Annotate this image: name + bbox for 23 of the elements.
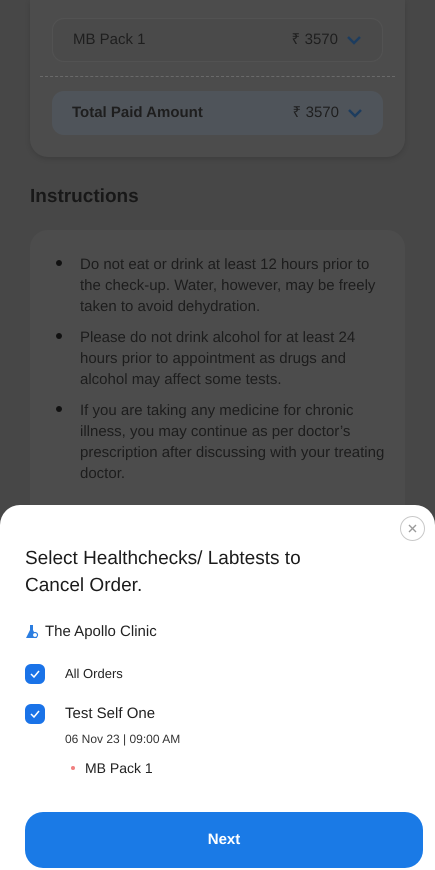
- summary-row[interactable]: Total Paid Amount ₹ 3570: [52, 91, 383, 135]
- order-datetime: 06 Nov 23 | 09:00 AM: [65, 730, 180, 748]
- chevron-down-icon: [346, 35, 362, 45]
- item-name: Total Paid Amount: [72, 102, 203, 123]
- option-label: All Orders: [65, 664, 123, 683]
- checkbox[interactable]: [25, 704, 45, 724]
- chevron-down-icon: [347, 108, 363, 118]
- sheet-title: Select Healthchecks/ Labtests to Cancel Order.: [25, 547, 302, 598]
- checkmark-icon: [30, 710, 40, 718]
- next-button[interactable]: Next: [25, 812, 423, 868]
- patient-name: Test Self One: [65, 704, 156, 724]
- test-name: MB Pack 1: [85, 758, 153, 778]
- amount: ₹ 3570: [292, 102, 339, 123]
- checkmark-icon: [30, 670, 40, 678]
- bullet-icon: [56, 260, 62, 266]
- flask-icon: [25, 624, 39, 640]
- clinic-name: The Apollo Clinic: [45, 622, 157, 642]
- bullet-icon: [56, 332, 62, 338]
- close-icon: [408, 524, 417, 533]
- bullet-icon: [71, 766, 75, 770]
- close-button[interactable]: [400, 516, 425, 541]
- checkbox[interactable]: [25, 664, 45, 684]
- bullet-icon: [56, 406, 62, 412]
